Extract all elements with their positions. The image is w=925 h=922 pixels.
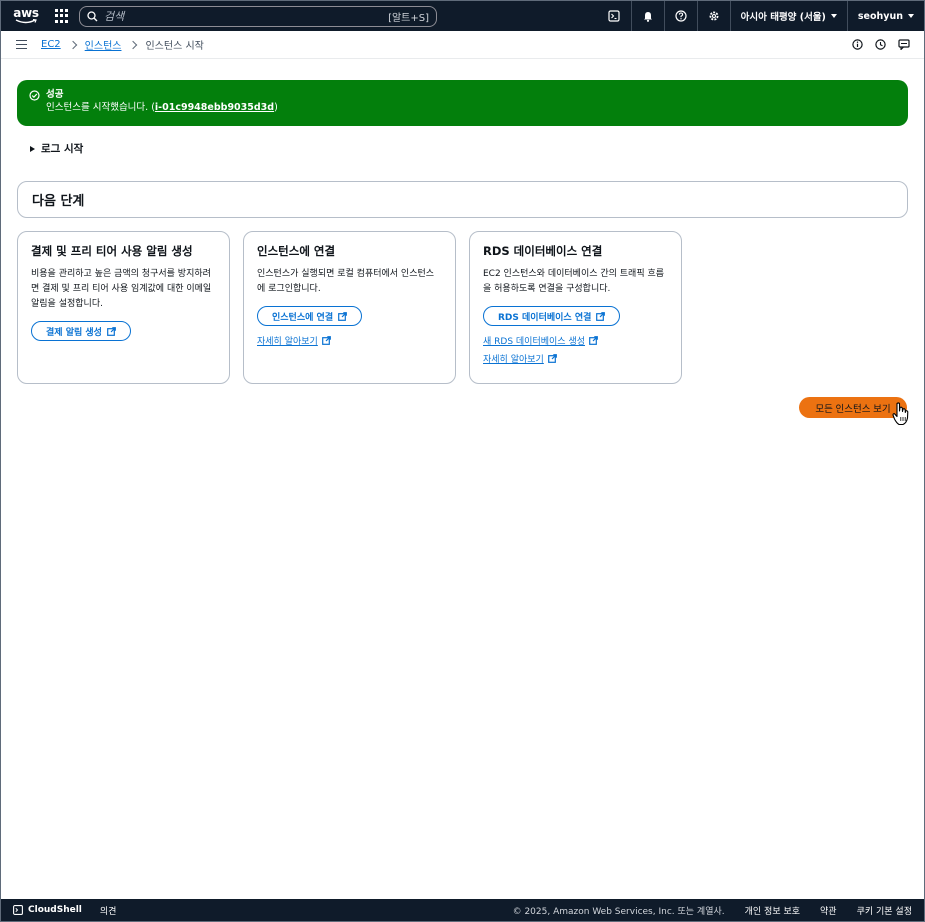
card-connect-instance: 인스턴스에 연결 인스턴스가 실행되면 로컬 컴퓨터에서 인스턴스에 로그인합니… [243, 231, 456, 384]
card-billing-alert: 결제 및 프리 티어 사용 알림 생성 비용을 관리하고 높은 금액의 청구서를… [17, 231, 230, 384]
connect-instance-button[interactable]: 인스턴스에 연결 [257, 306, 363, 326]
settings-icon[interactable] [696, 1, 730, 31]
privacy-link[interactable]: 개인 정보 보호 [745, 904, 800, 917]
services-grid-icon[interactable] [55, 9, 69, 23]
feedback-icon[interactable] [898, 39, 910, 50]
caret-down-icon [908, 14, 914, 18]
history-icon[interactable] [875, 39, 886, 50]
link-label: 자세히 알아보기 [483, 355, 544, 365]
flash-message-prefix: 인스턴스를 시작했습니다. ( [46, 102, 155, 113]
card-body: 비용을 관리하고 높은 금액의 청구서를 방지하려면 결제 및 프리 티어 사용… [31, 269, 212, 309]
external-link-icon [107, 326, 116, 336]
external-link-icon [596, 311, 606, 321]
search-box[interactable]: [알트+S] [79, 5, 437, 27]
chevron-right-icon [68, 40, 77, 49]
card-body: 인스턴스가 실행되면 로컬 컴퓨터에서 인스턴스에 로그인합니다. [257, 269, 435, 294]
account-menu[interactable]: seohyun [846, 1, 924, 31]
success-flashbar: 성공 인스턴스를 시작했습니다. (i-01c9948ebb9035d3d) [17, 80, 908, 126]
breadcrumb: EC2 인스턴스 인스턴스 시작 [41, 37, 204, 52]
search-icon [87, 10, 98, 21]
button-label: RDS 데이터베이스 연결 [498, 312, 592, 323]
external-link-icon [589, 336, 598, 345]
cookie-preferences-link[interactable]: 쿠키 기본 설정 [857, 904, 912, 917]
external-link-icon [547, 354, 557, 363]
info-icon[interactable] [852, 39, 863, 50]
card-body: EC2 인스턴스와 데이터베이스 간의 트래픽 흐름을 허용하도록 연결을 구성… [483, 269, 665, 294]
account-user: seohyun [857, 10, 903, 22]
menu-icon[interactable] [16, 39, 27, 50]
launch-log-expander[interactable]: 로그 시작 [30, 141, 83, 156]
cloudshell-label: CloudShell [28, 905, 82, 915]
region-selector[interactable]: 아시아 태평양 (서울) [729, 1, 847, 31]
card-title: 결제 및 프리 티어 사용 알림 생성 [31, 244, 193, 258]
breadcrumb-current: 인스턴스 시작 [145, 41, 204, 52]
learn-more-link[interactable]: 자세히 알아보기 [257, 334, 331, 347]
hand-cursor-icon [892, 402, 909, 426]
view-all-instances-button[interactable]: 모든 인스턴스 보기 [799, 397, 907, 418]
next-steps-container: 다음 단계 [17, 181, 908, 218]
caret-right-icon [30, 145, 35, 152]
aws-smile-icon [15, 19, 37, 24]
flash-title: 성공 [46, 89, 64, 100]
next-steps-title: 다음 단계 [32, 194, 85, 209]
launch-log-label: 로그 시작 [41, 143, 84, 155]
cloudshell-button[interactable]: CloudShell [13, 905, 82, 915]
copyright: © 2025, Amazon Web Services, Inc. 또는 계열사… [512, 906, 725, 917]
card-title: RDS 데이터베이스 연결 [483, 244, 603, 258]
flash-message-suffix: ) [274, 102, 278, 113]
aws-logo[interactable]: aws [9, 1, 43, 31]
help-icon[interactable] [663, 1, 697, 31]
flash-message: 인스턴스를 시작했습니다. (i-01c9948ebb9035d3d) [46, 101, 278, 115]
create-billing-alert-button[interactable]: 결제 알림 생성 [31, 321, 131, 341]
top-navigation: aws [알트+S] 아시아 태평양 (서울) [1, 1, 924, 31]
button-label: 인스턴스에 연결 [272, 312, 334, 323]
card-rds-connect: RDS 데이터베이스 연결 EC2 인스턴스와 데이터베이스 간의 트래픽 흐름… [469, 231, 682, 384]
search-shortcut: [알트+S] [388, 12, 429, 24]
breadcrumb-bar: EC2 인스턴스 인스턴스 시작 [1, 31, 924, 59]
check-circle-icon [29, 90, 40, 101]
link-label: 자세히 알아보기 [257, 337, 318, 347]
aws-logo-text: aws [13, 6, 39, 20]
chevron-right-icon [129, 40, 138, 49]
bell-icon[interactable] [630, 1, 664, 31]
footer: CloudShell 의견 © 2025, Amazon Web Service… [1, 899, 924, 921]
breadcrumb-ec2[interactable]: EC2 [41, 39, 61, 50]
cloudshell-icon [13, 905, 23, 915]
connect-rds-button[interactable]: RDS 데이터베이스 연결 [483, 306, 621, 326]
search-input[interactable] [104, 9, 389, 23]
cloudshell-icon[interactable] [598, 1, 631, 31]
terms-link[interactable]: 약관 [820, 904, 837, 917]
breadcrumb-instances[interactable]: 인스턴스 [85, 37, 122, 52]
feedback-link[interactable]: 의견 [100, 904, 117, 917]
external-link-icon [321, 336, 331, 345]
button-label: 결제 알림 생성 [46, 327, 102, 338]
external-link-icon [338, 311, 347, 321]
browser-frame [0, 0, 925, 922]
region-label: 아시아 태평양 (서울) [740, 12, 826, 23]
instance-id-link[interactable]: i-01c9948ebb9035d3d [155, 102, 274, 113]
card-title: 인스턴스에 연결 [257, 244, 336, 258]
learn-more-link[interactable]: 자세히 알아보기 [483, 352, 557, 365]
caret-down-icon [830, 14, 837, 18]
